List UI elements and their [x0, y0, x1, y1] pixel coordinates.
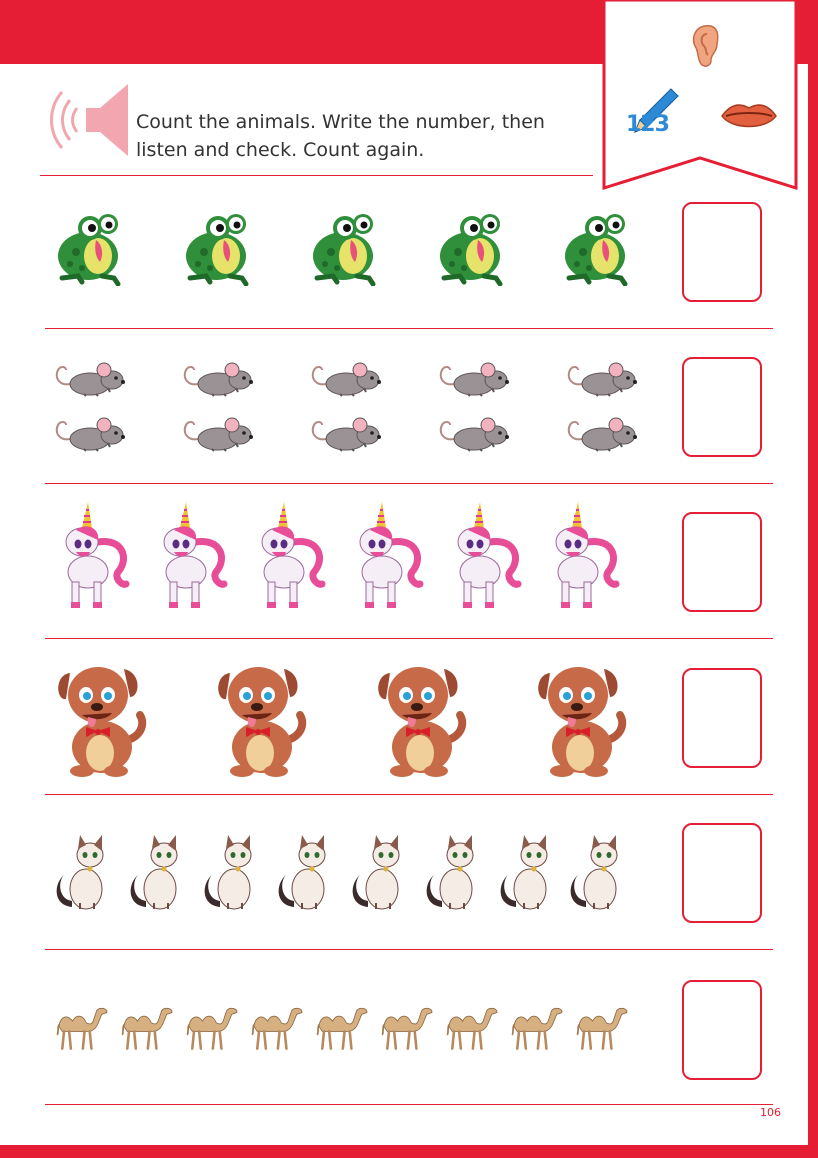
- mouse-icon: [434, 358, 514, 398]
- dog-icon: [530, 655, 630, 779]
- camel-icon: [377, 1002, 437, 1054]
- cat-icon: [126, 833, 186, 913]
- row-divider: [45, 1104, 773, 1105]
- mouse-icon: [306, 358, 386, 398]
- unicorn-icon: [346, 502, 426, 612]
- row-divider: [45, 328, 773, 329]
- mouse-icon: [562, 358, 642, 398]
- frog-icon: [303, 210, 383, 286]
- instruction-text: Count the animals. Write the number, the…: [136, 111, 545, 161]
- answer-box-4[interactable]: [682, 668, 762, 768]
- cat-icon: [200, 833, 260, 913]
- cat-icon: [348, 833, 408, 913]
- dog-icon: [50, 655, 150, 779]
- camel-icon: [312, 1002, 372, 1054]
- unicorn-icon: [52, 502, 132, 612]
- mouse-icon: [50, 358, 130, 398]
- frog-icon: [48, 210, 128, 286]
- header-divider: [40, 175, 593, 176]
- page-number: 106: [760, 1106, 781, 1119]
- answer-box-1[interactable]: [682, 202, 762, 302]
- dog-icon: [210, 655, 310, 779]
- camel-icon: [507, 1002, 567, 1054]
- bottom-red-band: [0, 1145, 818, 1158]
- row-divider: [45, 949, 773, 950]
- unicorn-icon: [542, 502, 622, 612]
- lips-icon: [721, 104, 777, 128]
- cat-icon: [52, 833, 112, 913]
- ear-icon: [692, 25, 719, 67]
- camel-icon: [52, 1002, 112, 1054]
- row-divider: [45, 794, 773, 795]
- camel-icon: [182, 1002, 242, 1054]
- right-red-band: [808, 64, 818, 1158]
- frog-icon: [555, 210, 635, 286]
- mouse-icon: [178, 413, 258, 453]
- unicorn-icon: [444, 502, 524, 612]
- camel-icon: [572, 1002, 632, 1054]
- mouse-icon: [562, 413, 642, 453]
- cat-icon: [422, 833, 482, 913]
- answer-box-6[interactable]: [682, 980, 762, 1080]
- mouse-icon: [50, 413, 130, 453]
- unicorn-icon: [150, 502, 230, 612]
- answer-box-2[interactable]: [682, 357, 762, 457]
- dog-icon: [370, 655, 470, 779]
- row-divider: [45, 483, 773, 484]
- row-divider: [45, 638, 773, 639]
- answer-box-5[interactable]: [682, 823, 762, 923]
- answer-box-3[interactable]: [682, 512, 762, 612]
- speaker-icon[interactable]: [44, 80, 136, 160]
- counting-123-label: 123: [626, 112, 670, 137]
- cat-icon: [566, 833, 626, 913]
- camel-icon: [117, 1002, 177, 1054]
- frog-icon: [430, 210, 510, 286]
- cat-icon: [496, 833, 556, 913]
- mouse-icon: [178, 358, 258, 398]
- mouse-icon: [434, 413, 514, 453]
- cat-icon: [274, 833, 334, 913]
- unicorn-icon: [248, 502, 328, 612]
- frog-icon: [176, 210, 256, 286]
- mouse-icon: [306, 413, 386, 453]
- camel-icon: [247, 1002, 307, 1054]
- camel-icon: [442, 1002, 502, 1054]
